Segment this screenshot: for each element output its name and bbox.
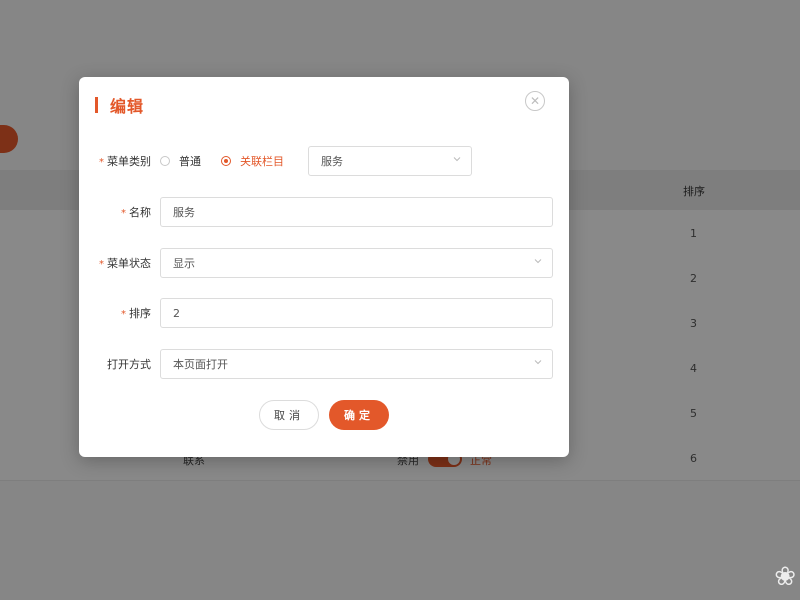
menu-status-label: * 菜单状态 [99,257,151,270]
menu-type-label: * 菜单类别 [99,155,151,168]
paw-watermark-icon: ❀ [774,562,796,592]
linked-column-select[interactable]: 服务 [308,146,472,176]
radio-dot[interactable] [160,156,170,166]
sort-row: * 排序 2 [79,297,569,329]
menu-type-row: * 菜单类别 普通 关联栏目 服务 [79,145,569,177]
open-mode-label: 打开方式 [107,358,151,371]
name-label: * 名称 [121,206,151,219]
edit-modal: 编辑 ✕ *菜单类别 普通 关联栏目 服务 *名称 服务 *菜单状态 显示 [79,77,569,457]
radio-dot[interactable] [221,156,231,166]
confirm-button[interactable]: 确定 [329,400,389,430]
title-accent-bar [95,97,98,113]
chevron-down-icon [453,157,461,162]
modal-header: 编辑 [95,95,145,116]
cancel-button[interactable]: 取消 [259,400,319,430]
open-mode-row: 打开方式 本页面打开 [79,348,569,380]
menu-status-select[interactable]: 显示 [160,248,553,278]
chevron-down-icon [534,360,542,365]
open-mode-select[interactable]: 本页面打开 [160,349,553,379]
sort-label: * 排序 [121,307,151,320]
modal-title: 编辑 [110,97,145,116]
radio-linked-column[interactable]: 关联栏目 [221,153,284,169]
menu-status-row: * 菜单状态 显示 [79,247,569,279]
chevron-down-icon [534,259,542,264]
radio-normal[interactable]: 普通 [160,153,201,169]
name-input[interactable]: 服务 [160,197,553,227]
name-row: * 名称 服务 [79,196,569,228]
close-icon[interactable]: ✕ [525,91,545,111]
sort-input[interactable]: 2 [160,298,553,328]
